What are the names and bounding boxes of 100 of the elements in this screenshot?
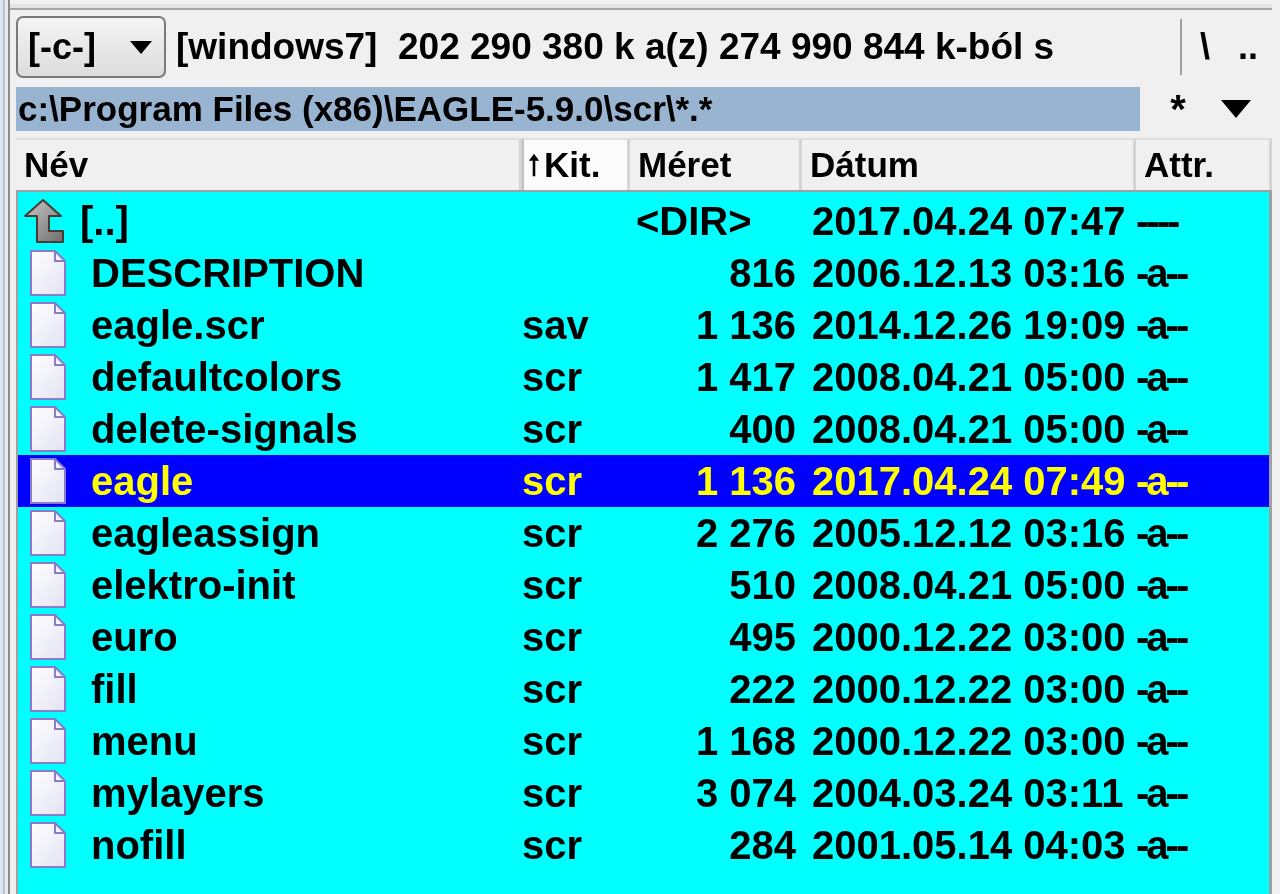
file-icon	[30, 302, 66, 348]
file-size: <DIR>	[636, 199, 752, 243]
file-icon	[30, 770, 66, 816]
file-extension: scr	[522, 511, 583, 555]
file-icon	[30, 406, 66, 452]
file-name: eagle	[91, 458, 194, 505]
file-size: 1 136	[695, 303, 796, 347]
disk-info-text: [windows7] 202 290 380 k a(z) 274 990 844 k-ból s	[176, 26, 1056, 68]
file-attributes: -a--	[1136, 667, 1187, 711]
favorites-button[interactable]: *	[1148, 87, 1208, 131]
file-size: 222	[729, 667, 796, 711]
file-date: 2008.04.21 05:00	[812, 407, 1126, 451]
file-name: defaultcolors	[91, 354, 343, 401]
file-icon	[30, 822, 66, 868]
file-attributes: -a--	[1136, 719, 1187, 763]
file-attributes: -a--	[1136, 771, 1187, 815]
path-bar[interactable]: c:\Program Files (x86)\EAGLE-5.9.0\scr\*.*	[16, 87, 1140, 131]
file-size: 1 136	[695, 459, 796, 503]
file-row[interactable]: menu scr 1 168 2000.12.22 03:00 -a--	[18, 715, 1269, 767]
file-size: 816	[729, 251, 796, 295]
file-date: 2004.03.24 03:11	[812, 771, 1124, 815]
file-row[interactable]: DESCRIPTION 816 2006.12.13 03:16 -a--	[18, 247, 1269, 299]
file-extension: scr	[522, 407, 583, 451]
file-attributes: ----	[1136, 199, 1178, 243]
up-arrow-icon	[24, 199, 64, 243]
caret-icon	[1221, 100, 1251, 118]
file-size: 510	[729, 563, 796, 607]
column-header[interactable]: Kit.	[522, 138, 630, 190]
file-date: 2008.04.21 05:00	[812, 563, 1126, 607]
file-row[interactable]: delete-signals scr 400 2008.04.21 05:00 -a--	[18, 403, 1269, 455]
file-icon	[30, 510, 66, 556]
file-row[interactable]: mylayers scr 3 074 2004.03.24 03:11 -a--	[18, 767, 1269, 819]
file-row[interactable]: eagleassign scr 2 276 2005.12.12 03:16 -a--	[18, 507, 1269, 559]
file-extension: sav	[522, 303, 589, 347]
drive-combo[interactable]: [-c-]	[16, 16, 166, 78]
file-extension: scr	[522, 719, 583, 763]
file-date: 2000.12.22 03:00	[812, 615, 1126, 659]
file-row[interactable]: eagle.scr sav 1 136 2014.12.26 19:09 -a--	[18, 299, 1269, 351]
file-name: elektro-init	[91, 562, 296, 609]
file-attributes: -a--	[1136, 615, 1187, 659]
file-icon	[30, 614, 66, 660]
file-size: 495	[729, 615, 796, 659]
file-row[interactable]: elektro-init scr 510 2008.04.21 05:00 -a--	[18, 559, 1269, 611]
file-date: 2014.12.26 19:09	[812, 303, 1126, 347]
column-header[interactable]: Attr.	[1136, 138, 1272, 190]
file-row[interactable]: nofill scr 284 2001.05.14 04:03 -a--	[18, 819, 1269, 871]
file-date: 2000.12.22 03:00	[812, 719, 1126, 763]
file-icon	[30, 458, 66, 504]
file-attributes: -a--	[1136, 303, 1187, 347]
file-attributes: -a--	[1136, 251, 1187, 295]
file-extension: scr	[522, 823, 583, 867]
file-icon	[30, 718, 66, 764]
file-icon	[30, 354, 66, 400]
file-name: mylayers	[91, 770, 265, 817]
file-attributes: -a--	[1136, 563, 1187, 607]
file-name: DESCRIPTION	[91, 250, 365, 297]
column-header[interactable]: Név	[16, 138, 522, 190]
file-name: [..]	[80, 198, 129, 245]
file-extension: scr	[522, 459, 583, 503]
file-name: menu	[91, 718, 198, 765]
file-icon	[30, 250, 66, 296]
file-size: 1 417	[695, 355, 796, 399]
file-attributes: -a--	[1136, 407, 1187, 451]
file-extension: scr	[522, 563, 583, 607]
file-size: 284	[729, 823, 796, 867]
file-date: 2017.04.24 07:49	[812, 459, 1126, 503]
file-name: delete-signals	[91, 406, 358, 453]
file-extension: scr	[522, 667, 583, 711]
file-date: 2008.04.21 05:00	[812, 355, 1126, 399]
file-size: 2 276	[695, 511, 796, 555]
file-date: 2005.12.12 03:16	[812, 511, 1126, 555]
column-header[interactable]: Dátum	[802, 138, 1136, 190]
file-row[interactable]: defaultcolors scr 1 417 2008.04.21 05:00 -a--	[18, 351, 1269, 403]
file-date: 2001.05.14 04:03	[812, 823, 1126, 867]
file-attributes: -a--	[1136, 355, 1187, 399]
column-header[interactable]: Méret	[630, 138, 802, 190]
file-icon	[30, 666, 66, 712]
file-name: euro	[91, 614, 178, 661]
file-size: 1 168	[695, 719, 796, 763]
file-size: 3 074	[695, 771, 796, 815]
file-extension: scr	[522, 615, 583, 659]
caret-icon	[130, 40, 152, 54]
file-row[interactable]: [..] <DIR> 2017.04.24 07:47 ----	[18, 195, 1269, 247]
file-size: 400	[729, 407, 796, 451]
file-extension: scr	[522, 355, 583, 399]
file-attributes: -a--	[1136, 459, 1187, 503]
file-row[interactable]: eagle scr 1 136 2017.04.24 07:49 -a--	[18, 455, 1269, 507]
file-attributes: -a--	[1136, 823, 1187, 867]
file-attributes: -a--	[1136, 511, 1187, 555]
root-dir-button[interactable]: \	[1185, 19, 1224, 75]
file-row[interactable]: euro scr 495 2000.12.22 03:00 -a--	[18, 611, 1269, 663]
file-name: eagle.scr	[91, 302, 265, 349]
file-date: 2000.12.22 03:00	[812, 667, 1126, 711]
file-icon	[30, 562, 66, 608]
parent-dir-button[interactable]: ..	[1224, 19, 1272, 75]
file-date: 2006.12.13 03:16	[812, 251, 1126, 295]
file-name: nofill	[91, 822, 187, 869]
file-date: 2017.04.24 07:47	[812, 199, 1126, 243]
file-name: fill	[91, 666, 138, 713]
file-row[interactable]: fill scr 222 2000.12.22 03:00 -a--	[18, 663, 1269, 715]
